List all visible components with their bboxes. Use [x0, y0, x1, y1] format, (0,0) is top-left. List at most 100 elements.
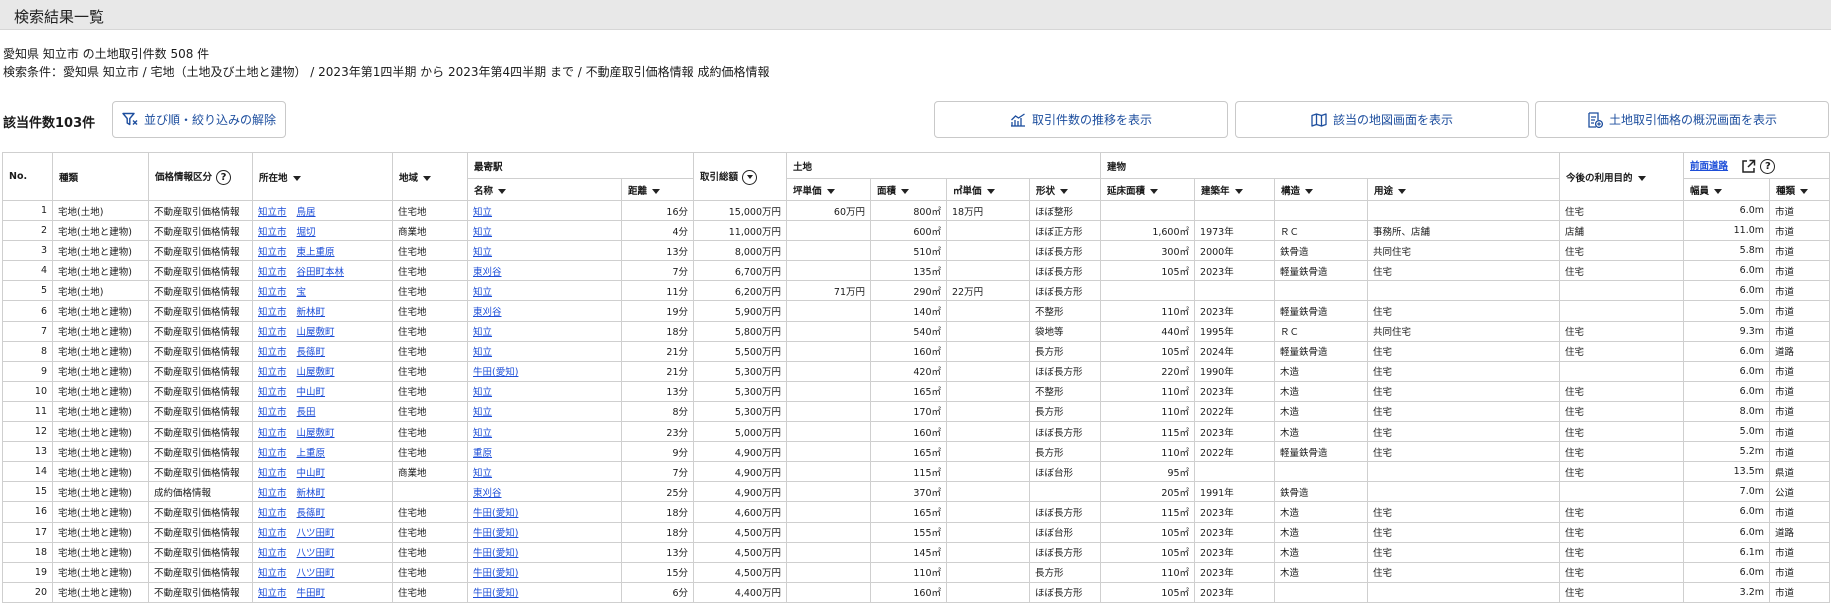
filter-caret-icon[interactable]: [826, 188, 835, 194]
front-road-link[interactable]: 前面道路: [1690, 161, 1728, 172]
filter-caret-icon[interactable]: [652, 188, 661, 194]
town-link[interactable]: 八ツ田町: [297, 528, 335, 539]
town-link[interactable]: 鳥居: [297, 207, 316, 218]
station-link[interactable]: 牛田(愛知): [473, 548, 518, 559]
station-link[interactable]: 知立: [473, 347, 492, 358]
sort-circle-icon[interactable]: [742, 169, 758, 185]
town-link[interactable]: 山屋敷町: [297, 428, 335, 439]
city-link[interactable]: 知立市: [258, 448, 287, 459]
show-trend-button[interactable]: 取引件数の推移を表示: [934, 101, 1228, 138]
town-link[interactable]: 長篠町: [297, 347, 326, 358]
town-link[interactable]: 山屋敷町: [297, 327, 335, 338]
col-land-area[interactable]: 面積: [870, 178, 948, 201]
help-icon[interactable]: ?: [1760, 158, 1776, 174]
show-map-button[interactable]: 該当の地図画面を表示: [1235, 101, 1529, 138]
col-future-use[interactable]: 今後の利用目的: [1559, 152, 1685, 201]
city-link[interactable]: 知立市: [258, 588, 287, 599]
station-link[interactable]: 知立: [473, 468, 492, 479]
help-icon[interactable]: ?: [216, 169, 232, 185]
filter-caret-icon[interactable]: [1305, 188, 1314, 194]
city-link[interactable]: 知立市: [258, 407, 287, 418]
town-link[interactable]: 上重原: [297, 448, 326, 459]
station-link[interactable]: 東刈谷: [473, 307, 502, 318]
city-link[interactable]: 知立市: [258, 327, 287, 338]
city-link[interactable]: 知立市: [258, 468, 287, 479]
filter-caret-icon[interactable]: [292, 175, 301, 181]
town-link[interactable]: 長田: [297, 407, 316, 418]
filter-caret-icon[interactable]: [1714, 188, 1723, 194]
filter-caret-icon[interactable]: [1060, 188, 1069, 194]
filter-caret-icon[interactable]: [1637, 175, 1646, 181]
col-road-width[interactable]: 幅員: [1683, 178, 1771, 201]
town-link[interactable]: 長篠町: [297, 508, 326, 519]
town-link[interactable]: 宝: [297, 287, 307, 298]
city-link[interactable]: 知立市: [258, 247, 287, 258]
external-link-icon[interactable]: [1741, 159, 1756, 174]
station-link[interactable]: 牛田(愛知): [473, 588, 518, 599]
station-link[interactable]: 東刈谷: [473, 488, 502, 499]
filter-caret-icon[interactable]: [1150, 188, 1159, 194]
town-link[interactable]: 中山町: [297, 468, 326, 479]
col-road-kind[interactable]: 種類: [1769, 178, 1831, 201]
city-link[interactable]: 知立市: [258, 227, 287, 238]
col-area[interactable]: 地域: [392, 152, 468, 201]
town-link[interactable]: 堀切: [297, 227, 316, 238]
station-link[interactable]: 知立: [473, 287, 492, 298]
city-link[interactable]: 知立市: [258, 488, 287, 499]
city-link[interactable]: 知立市: [258, 508, 287, 519]
show-overview-button[interactable]: 土地取引価格の概況画面を表示: [1535, 101, 1829, 138]
filter-caret-icon[interactable]: [986, 188, 995, 194]
col-floor-area[interactable]: 延床面積: [1100, 178, 1196, 201]
station-link[interactable]: 牛田(愛知): [473, 528, 518, 539]
town-link[interactable]: 新林町: [297, 307, 326, 318]
town-link[interactable]: 新林町: [297, 488, 326, 499]
town-link[interactable]: 中山町: [297, 387, 326, 398]
col-distance[interactable]: 距離: [620, 178, 695, 201]
filter-caret-icon[interactable]: [498, 188, 507, 194]
station-link[interactable]: 知立: [473, 207, 492, 218]
city-link[interactable]: 知立市: [258, 287, 287, 298]
station-link[interactable]: 東刈谷: [473, 267, 502, 278]
station-link[interactable]: 知立: [473, 407, 492, 418]
station-link[interactable]: 知立: [473, 428, 492, 439]
city-link[interactable]: 知立市: [258, 307, 287, 318]
filter-caret-icon[interactable]: [1800, 188, 1809, 194]
town-link[interactable]: 牛田町: [297, 588, 326, 599]
station-link[interactable]: 知立: [473, 387, 492, 398]
city-link[interactable]: 知立市: [258, 347, 287, 358]
col-build-year[interactable]: 建築年: [1194, 178, 1276, 201]
col-total-price[interactable]: 取引総額: [693, 152, 788, 201]
filter-caret-icon[interactable]: [1234, 188, 1243, 194]
town-link[interactable]: 谷田町本林: [297, 267, 345, 278]
city-link[interactable]: 知立市: [258, 568, 287, 579]
filter-caret-icon[interactable]: [1398, 188, 1407, 194]
station-link[interactable]: 知立: [473, 227, 492, 238]
col-station-name[interactable]: 名称: [467, 178, 622, 201]
station-link[interactable]: 知立: [473, 247, 492, 258]
col-tsubo-price[interactable]: 坪単価: [786, 178, 872, 201]
town-link[interactable]: 山屋敷町: [297, 367, 335, 378]
station-link[interactable]: 知立: [473, 327, 492, 338]
station-link[interactable]: 重原: [473, 448, 492, 459]
town-link[interactable]: 八ツ田町: [297, 568, 335, 579]
station-link[interactable]: 牛田(愛知): [473, 367, 518, 378]
city-link[interactable]: 知立市: [258, 367, 287, 378]
filter-caret-icon[interactable]: [901, 188, 910, 194]
filter-caret-icon[interactable]: [423, 175, 432, 181]
col-sqm-price[interactable]: ㎡単価: [946, 178, 1031, 201]
city-link[interactable]: 知立市: [258, 267, 287, 278]
col-structure[interactable]: 構造: [1274, 178, 1369, 201]
col-shape[interactable]: 形状: [1029, 178, 1102, 201]
col-location[interactable]: 所在地: [252, 152, 393, 201]
city-link[interactable]: 知立市: [258, 548, 287, 559]
station-link[interactable]: 牛田(愛知): [473, 568, 518, 579]
city-link[interactable]: 知立市: [258, 528, 287, 539]
station-link[interactable]: 牛田(愛知): [473, 508, 518, 519]
town-link[interactable]: 東上重原: [297, 247, 335, 258]
city-link[interactable]: 知立市: [258, 428, 287, 439]
reset-sort-filter-button[interactable]: 並び順・絞り込みの解除: [112, 101, 286, 138]
town-link[interactable]: 八ツ田町: [297, 548, 335, 559]
city-link[interactable]: 知立市: [258, 387, 287, 398]
city-link[interactable]: 知立市: [258, 207, 287, 218]
col-use[interactable]: 用途: [1367, 178, 1561, 201]
